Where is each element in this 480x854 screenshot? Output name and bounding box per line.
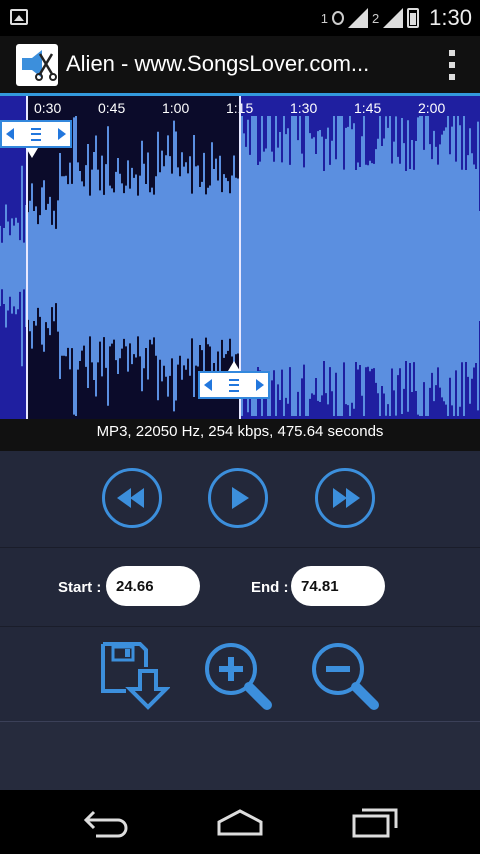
signal-icon xyxy=(383,8,404,28)
signal-icon xyxy=(347,8,368,28)
save-button[interactable] xyxy=(100,641,170,713)
status-icons: 1 2 1:30 xyxy=(320,5,472,30)
end-marker-handle[interactable] xyxy=(198,361,270,399)
fast-forward-icon xyxy=(333,488,360,508)
back-icon xyxy=(83,810,128,838)
range-fields: Start : End : xyxy=(0,548,480,627)
overflow-menu-icon[interactable] xyxy=(446,50,458,80)
clock: 1:30 xyxy=(429,5,472,30)
recent-apps-button[interactable] xyxy=(350,806,400,838)
waveform-editor[interactable]: 0:300:451:001:151:301:452:00 xyxy=(0,96,480,419)
image-notification-icon xyxy=(10,9,28,25)
sim1-label: 1 xyxy=(320,10,328,26)
time-label: 1:30 xyxy=(290,100,318,116)
rewind-button[interactable] xyxy=(102,468,162,528)
back-button[interactable] xyxy=(82,806,132,838)
start-marker-handle[interactable] xyxy=(0,120,72,158)
page-title: Alien - www.SongsLover.com... xyxy=(66,51,370,76)
grip-icon xyxy=(31,127,41,141)
end-label: End : xyxy=(251,579,289,596)
right-arrow-icon xyxy=(256,379,264,391)
battery-icon xyxy=(407,8,420,28)
play-button[interactable] xyxy=(208,468,268,528)
left-arrow-icon xyxy=(6,128,14,140)
playback-controls xyxy=(0,451,480,548)
zoom-in-icon xyxy=(205,643,272,710)
home-icon xyxy=(217,809,263,836)
time-label: 2:00 xyxy=(418,100,446,116)
time-label: 1:45 xyxy=(354,100,382,116)
rewind-icon xyxy=(117,488,144,508)
zoom-in-button[interactable] xyxy=(203,641,273,713)
start-field[interactable] xyxy=(106,566,200,606)
time-label: 0:45 xyxy=(98,100,126,116)
home-button[interactable] xyxy=(215,806,265,838)
end-field[interactable] xyxy=(291,566,385,606)
action-bar: Alien - www.SongsLover.com... xyxy=(0,36,480,96)
zoom-out-icon xyxy=(312,643,379,710)
time-label: 1:00 xyxy=(162,100,190,116)
right-arrow-icon xyxy=(58,128,66,140)
sim2-label: 2 xyxy=(371,10,380,26)
save-icon xyxy=(101,642,170,710)
play-icon xyxy=(232,487,249,509)
navigation-bar xyxy=(0,790,480,854)
tool-buttons xyxy=(0,627,480,722)
app-icon[interactable] xyxy=(16,44,58,86)
empty-panel xyxy=(0,722,480,790)
time-label: 0:30 xyxy=(34,100,62,116)
recent-apps-icon xyxy=(352,808,398,838)
fast-forward-button[interactable] xyxy=(315,468,375,528)
file-info: MP3, 22050 Hz, 254 kbps, 475.64 seconds xyxy=(0,419,480,451)
left-arrow-icon xyxy=(204,379,212,391)
start-label: Start : xyxy=(58,579,102,596)
data-transfer-icon xyxy=(331,11,344,25)
status-bar: 1 2 1:30 xyxy=(0,0,480,36)
grip-icon xyxy=(229,378,239,392)
zoom-out-button[interactable] xyxy=(310,641,380,713)
